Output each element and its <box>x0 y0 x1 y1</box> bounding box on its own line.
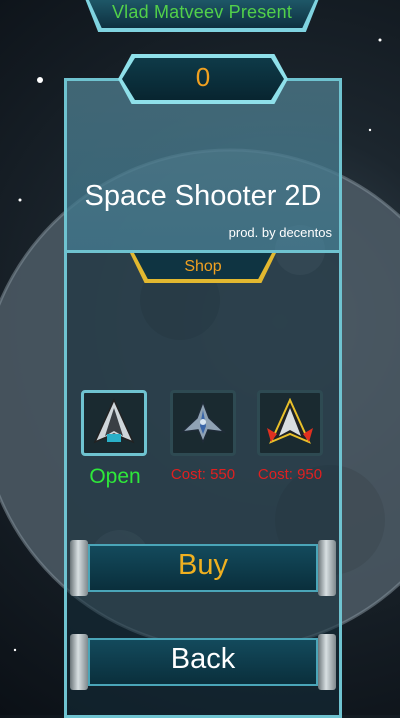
back-button-label: Back <box>170 643 236 675</box>
buy-button-label: Buy <box>178 549 228 581</box>
spaceship-icon <box>267 398 313 444</box>
button-cap-right <box>318 634 336 690</box>
buy-button[interactable]: Buy <box>70 540 336 596</box>
credit-text: prod. by decentos <box>228 225 332 240</box>
spaceship-icon <box>179 399 227 444</box>
score-value: 0 <box>195 62 211 92</box>
ship-3-price: Cost: 950 <box>257 466 323 483</box>
ship-slot-2[interactable] <box>170 390 236 456</box>
ship-1-status: Open <box>89 465 141 488</box>
banner-text: Vlad Matveev Present <box>111 2 293 22</box>
button-cap-left <box>70 540 88 596</box>
button-cap-right <box>318 540 336 596</box>
ship-2-price: Cost: 550 <box>170 466 236 483</box>
spaceship-icon <box>93 398 135 444</box>
shop-tab-label: Shop <box>184 258 222 275</box>
ship-slot-3[interactable] <box>257 390 323 456</box>
game-title: Space Shooter 2D <box>84 180 322 212</box>
button-cap-left <box>70 634 88 690</box>
panel-divider <box>67 250 339 253</box>
ship-slot-1[interactable] <box>81 390 147 456</box>
back-button[interactable]: Back <box>70 634 336 690</box>
